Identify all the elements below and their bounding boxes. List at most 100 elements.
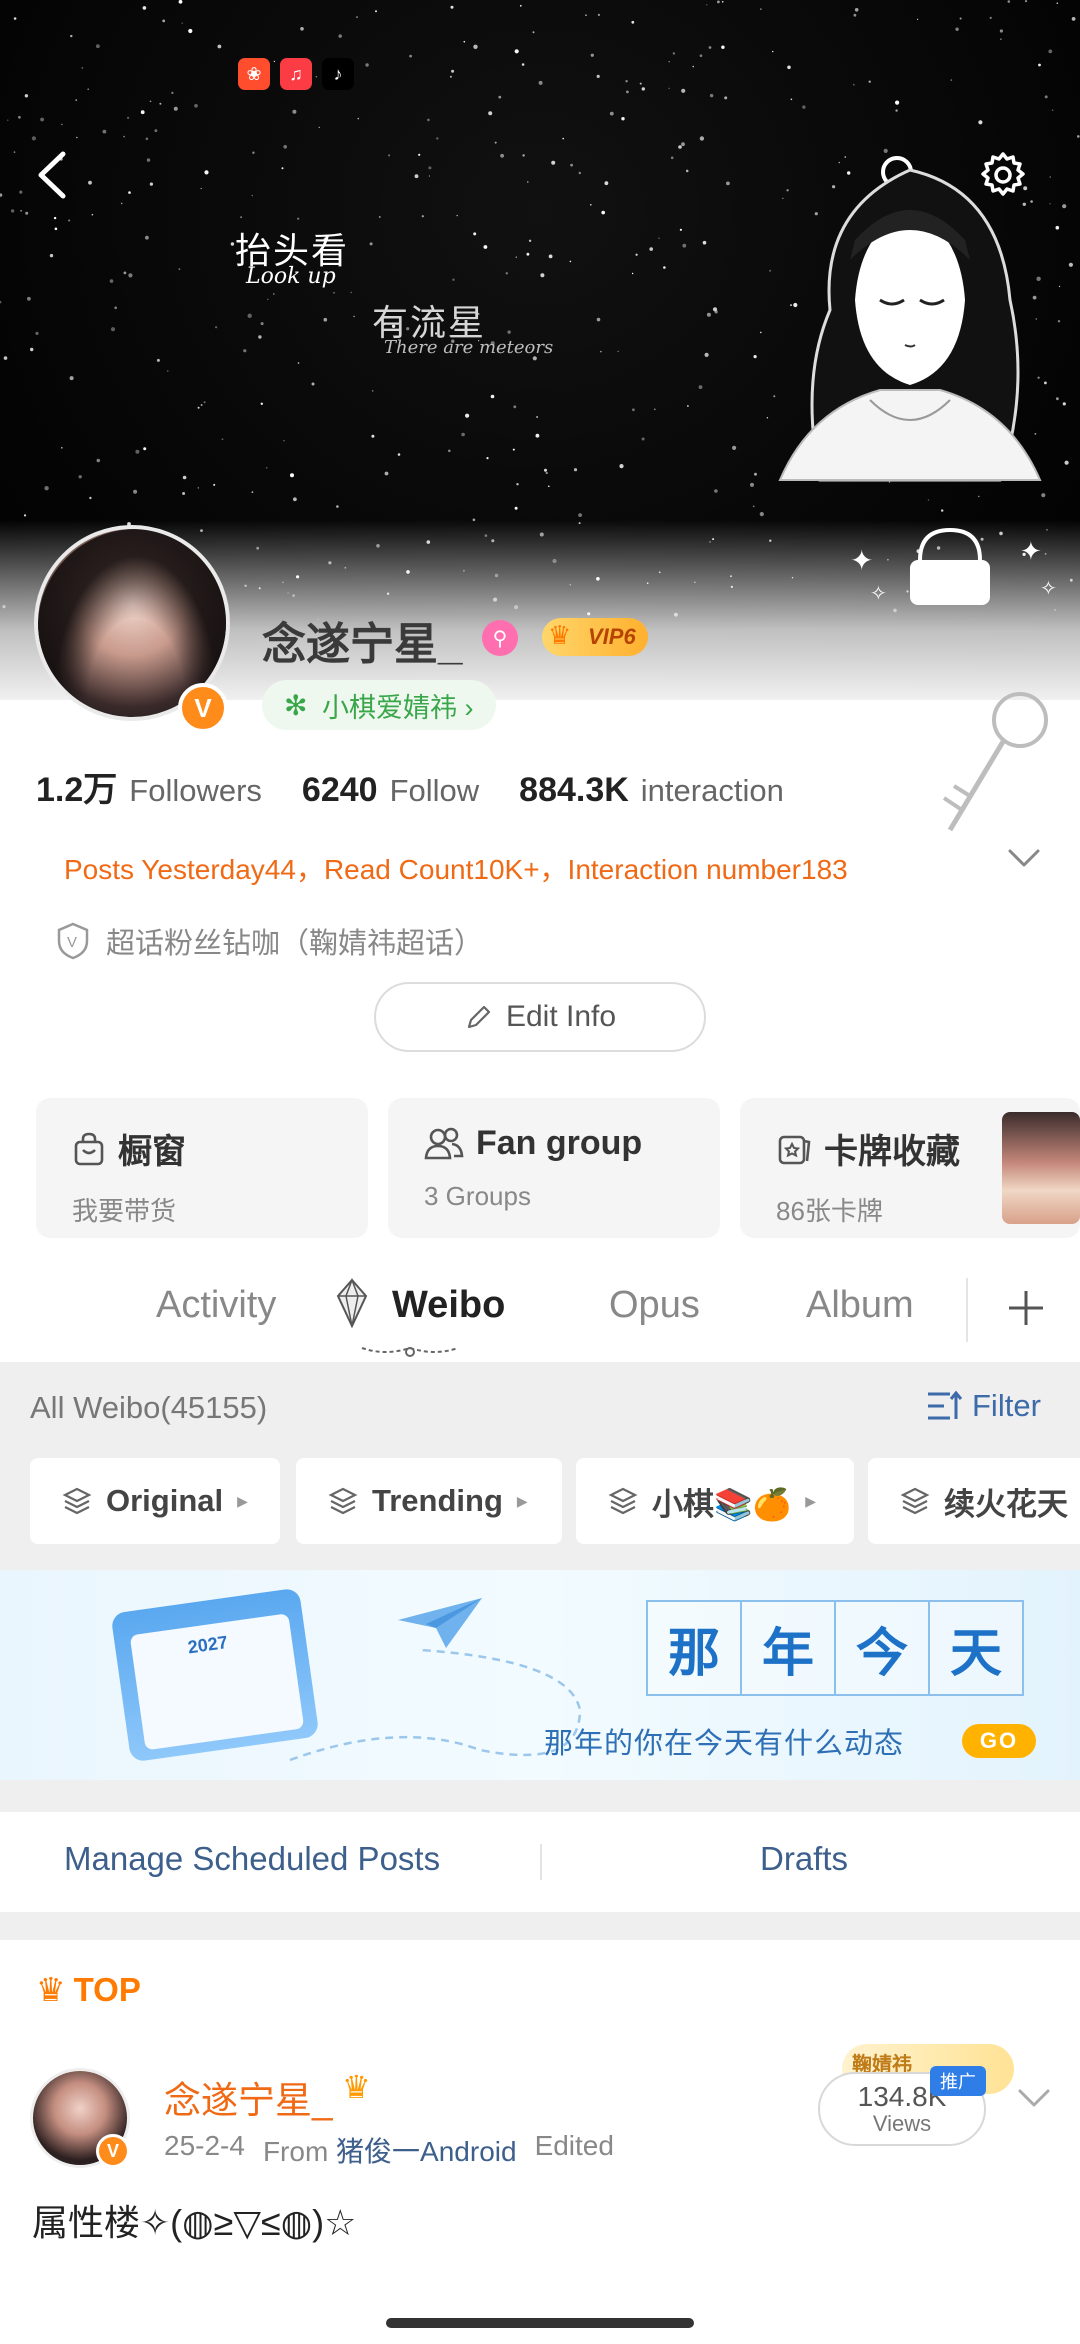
chip-custom-group[interactable]: 小棋📚🍊 ▶ — [576, 1458, 854, 1544]
filter-button[interactable]: Filter — [926, 1388, 1041, 1424]
tab-opus[interactable]: Opus — [609, 1284, 700, 1327]
profile-avatar[interactable]: V — [34, 525, 234, 733]
chip-label: Trending — [372, 1483, 503, 1518]
group-users-icon — [424, 1127, 464, 1159]
post-date: 25-2-4 — [164, 2130, 245, 2161]
pinned-post[interactable]: ♛ TOP V 念遂宁星_ ♛ 25-2-4 From 猪俊一Android E… — [0, 1940, 1080, 2344]
back-button[interactable] — [18, 140, 88, 210]
post-source[interactable]: 猪俊一Android — [336, 2136, 517, 2167]
title-char: 年 — [740, 1600, 836, 1696]
gem-pendant-icon — [336, 1278, 368, 1328]
card-fan-group[interactable]: Fan group 3 Groups — [388, 1098, 720, 1238]
stat-interaction[interactable]: 884.3K interaction — [519, 771, 784, 810]
card-title: 橱窗 — [118, 1133, 186, 1171]
anime-girl-illustration — [778, 168, 1042, 482]
profile-tabs: Activity Weibo Opus Album — [0, 1258, 1080, 1362]
on-this-day-title: 那 年 今 天 — [646, 1600, 1024, 1696]
top-label-text: TOP — [73, 1970, 141, 2008]
calendar-illustration: 2027 — [110, 1587, 320, 1763]
title-char: 今 — [834, 1600, 930, 1696]
vip-badge[interactable]: ♛ VIP6 — [542, 618, 648, 656]
layers-icon — [328, 1487, 358, 1515]
gender-female-icon: ⚲ — [482, 620, 518, 656]
manage-scheduled-posts-button[interactable]: Manage Scheduled Posts — [64, 1840, 440, 1878]
paper-plane-icon — [398, 1598, 482, 1648]
chain-underline-icon — [361, 1346, 459, 1357]
tiktok-icon: ♪ — [322, 58, 354, 90]
card-showcase[interactable]: 橱窗 我要带货 — [36, 1098, 368, 1238]
chevron-down-icon — [1008, 849, 1040, 867]
row-divider — [540, 1844, 542, 1880]
post-management-row: Manage Scheduled Posts Drafts — [0, 1812, 1080, 1912]
profile-username: 念遂宁星_ — [262, 620, 463, 669]
stat-value: 6240 — [301, 771, 378, 809]
card-title: Fan group — [476, 1124, 643, 1162]
weibo-feed: All Weibo(45155) Filter Original ▶ Trend… — [0, 1362, 1080, 2344]
banner-text-meteors-en: There are meteors — [384, 337, 554, 358]
music-icon: ♫ — [280, 58, 312, 90]
card-title: 卡牌收藏 — [824, 1133, 960, 1171]
edit-info-label: Edit Info — [505, 1000, 617, 1033]
promote-badge[interactable]: 推广 — [930, 2066, 986, 2096]
go-button[interactable]: GO — [962, 1724, 1036, 1758]
card-card-collection[interactable]: 卡牌收藏 86张卡牌 — [740, 1098, 1080, 1238]
profile-tag-label: 小棋爱婧祎 › — [322, 692, 474, 723]
chip-label: 续火花天 — [944, 1486, 1068, 1522]
post-more-button[interactable] — [1016, 2086, 1052, 2115]
banner-text-look-up-en: Look up — [246, 264, 336, 289]
edit-info-button[interactable]: Edit Info — [374, 982, 706, 1052]
plus-icon — [1009, 1291, 1043, 1325]
tab-album[interactable]: Album — [806, 1284, 914, 1327]
add-tab-button[interactable] — [998, 1280, 1054, 1336]
chip-streak-group[interactable]: 续火花天 — [868, 1458, 1080, 1544]
caret-right-icon: ▶ — [237, 1492, 248, 1509]
title-char: 那 — [646, 1600, 742, 1696]
verified-badge-icon: V — [178, 683, 228, 733]
card-thumbnail-image — [1002, 1112, 1080, 1224]
shopping-bag-icon — [74, 1132, 104, 1165]
post-from-label: From — [262, 2136, 329, 2167]
stat-value: 1.2万 — [36, 771, 118, 809]
shield-v-icon: V — [57, 922, 89, 960]
chip-label: Original — [106, 1483, 224, 1518]
profile-stats: 1.2万 Followers 6240 Follow 884.3K intera… — [36, 762, 784, 811]
tab-weibo[interactable]: Weibo — [392, 1284, 505, 1327]
filter-label: Filter — [972, 1388, 1041, 1423]
key-decoration — [942, 692, 1048, 832]
caret-right-icon: ▶ — [805, 1492, 816, 1509]
supertopic-badge[interactable]: V 超话粉丝钻咖（鞠婧祎超话） — [56, 920, 483, 962]
post-body-text: 属性楼✧(◍≥▽≤◍)☆ — [32, 2202, 357, 2243]
card-subtitle: 我要带货 — [72, 1196, 177, 1226]
drafts-button[interactable]: Drafts — [760, 1840, 848, 1878]
stat-value: 884.3K — [519, 771, 629, 809]
stat-label: interaction — [640, 773, 784, 808]
stat-label: Followers — [129, 773, 262, 808]
top-label: ♛ TOP — [36, 1970, 141, 2009]
crown-icon: ♛ — [342, 2069, 371, 2105]
verified-badge-icon: V — [96, 2134, 130, 2168]
vip-level-label: VIP6 — [588, 624, 636, 649]
post-author-name[interactable]: 念遂宁星_ — [164, 2070, 333, 2124]
filter-icon — [928, 1390, 963, 1420]
supertopic-label: 超话粉丝钻咖（鞠婧祎超话） — [106, 928, 484, 960]
chip-original[interactable]: Original ▶ — [30, 1458, 280, 1544]
stat-followers[interactable]: 1.2万 Followers — [36, 762, 262, 811]
home-indicator[interactable] — [386, 2318, 694, 2328]
chevron-down-icon — [1018, 2089, 1050, 2107]
clover-icon: ✻ — [284, 690, 308, 721]
title-char: 天 — [928, 1600, 1024, 1696]
stat-following[interactable]: 6240 Follow — [302, 771, 479, 810]
layers-icon — [900, 1487, 930, 1515]
chip-label: 小棋📚🍊 — [652, 1486, 792, 1522]
profile-tag-pill[interactable]: ✻ 小棋爱婧祎 › — [262, 680, 496, 730]
on-this-day-banner[interactable]: 2027 那 年 今 天 那年的你在今天有什么动态 GO — [0, 1570, 1080, 1780]
stat-label: Follow — [389, 773, 480, 808]
caret-right-icon: ▶ — [516, 1492, 528, 1509]
calendar-year: 2027 — [186, 1632, 229, 1658]
crown-icon: ♛ — [548, 620, 572, 650]
tab-activity[interactable]: Activity — [156, 1284, 276, 1327]
chip-trending[interactable]: Trending ▶ — [296, 1458, 562, 1544]
status-bar-app-icons: ❀ ♫ ♪ — [238, 58, 354, 90]
expand-button[interactable] — [1006, 846, 1042, 875]
activity-summary: Posts Yesterday44，Read Count10K+，Interac… — [64, 854, 848, 885]
